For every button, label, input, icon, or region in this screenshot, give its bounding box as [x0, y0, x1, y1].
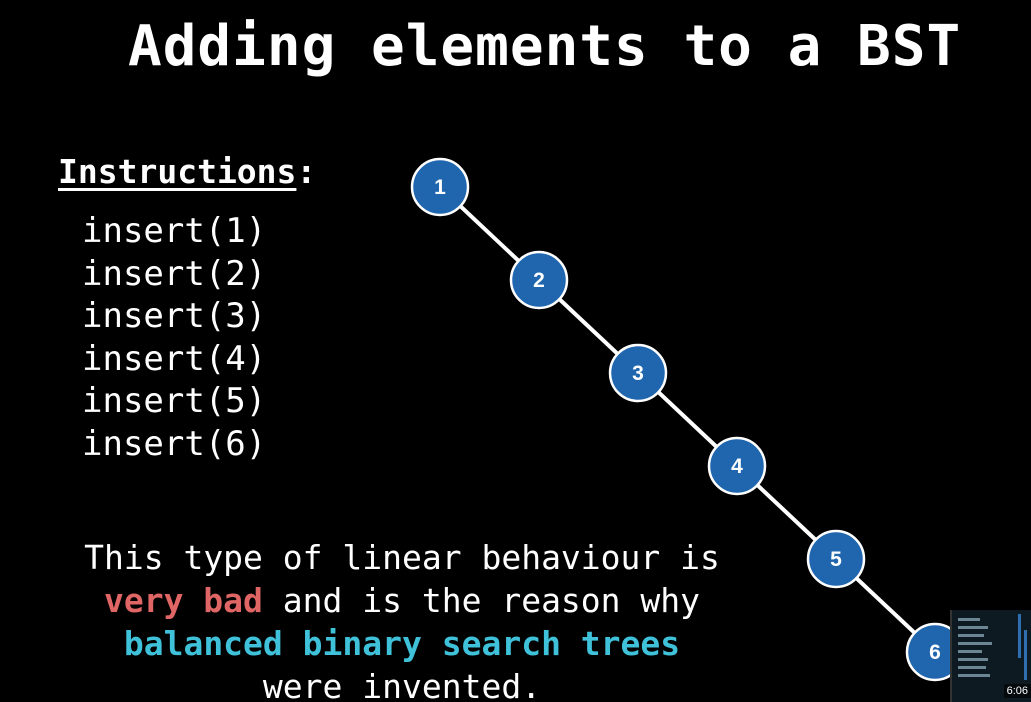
thumbnail-stripe — [1018, 614, 1021, 658]
thumbnail-line — [958, 666, 986, 669]
note-line-4: were invented. — [262, 667, 542, 702]
video-thumbnail-preview[interactable]: 6:06 — [950, 610, 1031, 702]
thumbnail-line — [958, 618, 980, 621]
tree-node-label: 5 — [830, 548, 842, 571]
tree-node: 2 — [509, 250, 569, 310]
note-line-1: This type of linear behaviour is — [84, 538, 720, 577]
thumbnail-line — [958, 634, 984, 637]
tree-node-label: 1 — [434, 176, 446, 199]
tree-node: 4 — [707, 436, 767, 496]
thumbnail-line — [958, 658, 988, 661]
thumbnail-line — [958, 642, 992, 645]
tree-node: 1 — [410, 157, 470, 217]
tree-node: 5 — [806, 529, 866, 589]
note-line-2-rest: and is the reason why — [262, 581, 701, 620]
tree-node-label: 3 — [632, 362, 644, 385]
tree-node-label: 6 — [929, 641, 941, 664]
slide: Adding elements to a BST Instructions: i… — [0, 0, 1031, 702]
explanation-note: This type of linear behaviour is very ba… — [12, 536, 792, 702]
thumbnail-line — [958, 650, 982, 653]
tree-node-label: 4 — [731, 455, 743, 478]
tree-node-label: 2 — [533, 269, 545, 292]
video-timestamp: 6:06 — [1003, 684, 1031, 698]
thumbnail-line — [958, 626, 988, 629]
thumbnail-stripe — [1024, 630, 1027, 680]
thumbnail-line — [958, 674, 990, 677]
tree-node: 3 — [608, 343, 668, 403]
note-line-2: very bad and is the reason why — [12, 579, 792, 622]
very-bad-highlight: very bad — [103, 581, 263, 620]
balanced-trees-highlight: balanced binary search trees — [123, 624, 681, 663]
